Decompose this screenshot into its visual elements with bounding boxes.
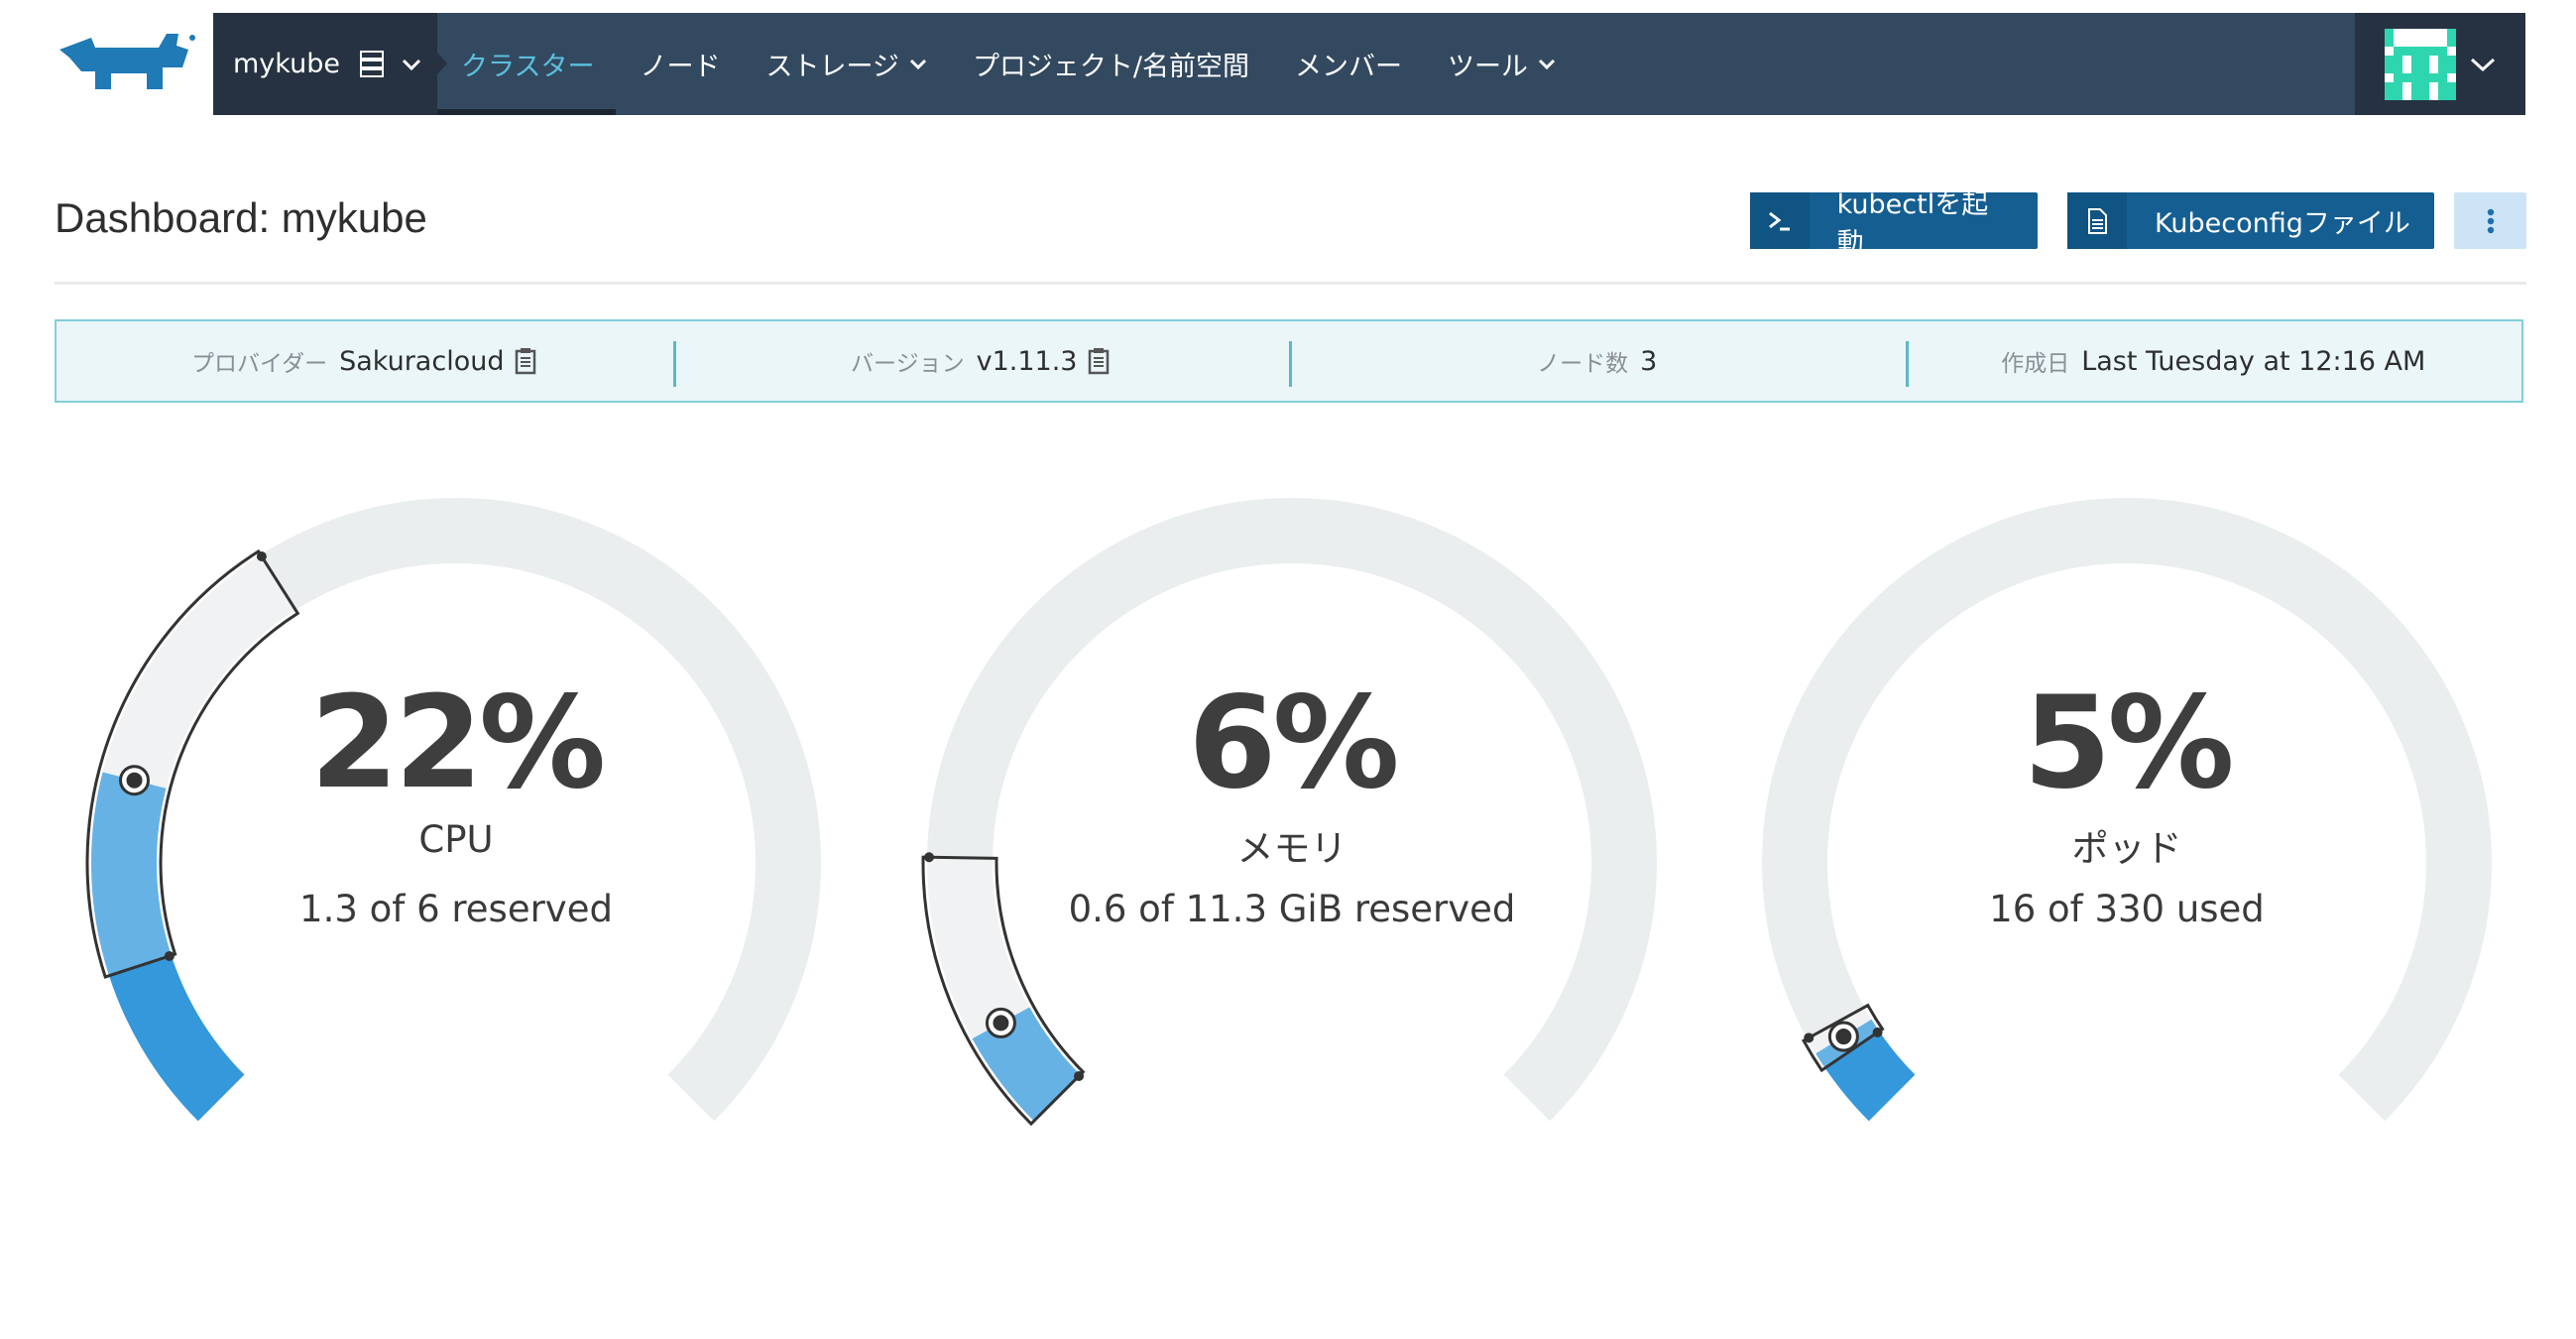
chevron-down-icon	[1538, 59, 1556, 69]
server-icon	[359, 50, 384, 77]
info-provider: プロバイダー Sakuracloud	[57, 321, 673, 401]
terminal-icon	[1750, 192, 1810, 249]
gauge-percent: 5%	[2023, 670, 2234, 817]
cpu-gauge: 22% CPU 1.3 of 6 reserved	[79, 486, 833, 1160]
cluster-info-bar: プロバイダー Sakuracloud バージョン v1.11.3 ノード数 3 …	[55, 319, 2523, 403]
nav-label: メンバー	[1295, 52, 1403, 82]
copy-icon[interactable]	[514, 347, 537, 375]
active-tab-indicator	[437, 109, 616, 115]
nav-nodes[interactable]: ノード	[640, 45, 720, 83]
cluster-selector[interactable]: mykube	[213, 13, 437, 115]
top-navigation-bar: mykube クラスター ノード ストレージ プロジェクト/名前空間 メンバー …	[213, 13, 2525, 115]
provider-value: Sakuracloud	[339, 345, 505, 377]
kubeconfig-file-button[interactable]: Kubeconfigファイル	[2067, 192, 2434, 249]
pods-gauge: 5% ポッド 16 of 330 used	[1750, 486, 2504, 1160]
nav-label: ノード	[640, 52, 721, 82]
main-nav: クラスター ノード ストレージ プロジェクト/名前空間 メンバー ツール	[461, 13, 1601, 115]
file-icon	[2067, 192, 2127, 249]
gauge-title: メモリ	[1236, 827, 1347, 870]
gauge-title: CPU	[418, 818, 494, 861]
info-version: バージョン v1.11.3	[672, 321, 1290, 401]
nav-label: ストレージ	[765, 52, 899, 82]
gauge-range-tick	[256, 550, 267, 561]
header-divider	[55, 282, 2526, 285]
gauge-range-tick	[1074, 1070, 1085, 1081]
user-avatar-icon	[2385, 28, 2456, 100]
page-title: Dashboard: mykube	[55, 194, 427, 241]
gauge-marker-dot	[993, 1015, 1009, 1032]
gauge-subtitle: 0.6 of 11.3 GiB reserved	[1068, 888, 1516, 930]
copy-icon[interactable]	[1087, 347, 1111, 375]
rancher-logo-icon[interactable]	[52, 28, 200, 102]
nav-cluster[interactable]: クラスター	[461, 45, 594, 83]
gauge-subtitle: 1.3 of 6 reserved	[299, 888, 613, 930]
launch-kubectl-button[interactable]: kubectlを起動	[1750, 189, 2038, 259]
info-node-count: ノード数 3	[1289, 321, 1906, 401]
chevron-down-icon	[2470, 58, 2496, 71]
memory-gauge: 6% メモリ 0.6 of 11.3 GiB reserved	[915, 486, 1669, 1160]
user-menu[interactable]	[2355, 13, 2525, 115]
provider-label: プロバイダー	[191, 351, 328, 377]
launch-kubectl-label: kubectlを起動	[1836, 188, 1989, 259]
nav-storage[interactable]: ストレージ	[765, 45, 926, 83]
gauge-title: ポッド	[2071, 827, 2182, 870]
gauge-range-tick	[1804, 1033, 1815, 1043]
nav-tools[interactable]: ツール	[1448, 45, 1556, 83]
nav-label: ツール	[1448, 52, 1529, 82]
info-created: 作成日 Last Tuesday at 12:16 AM	[1905, 321, 2522, 401]
gauge-marker-dot	[1835, 1029, 1852, 1045]
version-label: バージョン	[851, 351, 965, 377]
gauge-percent: 6%	[1188, 670, 1399, 817]
active-caret	[437, 53, 447, 74]
gauge-range-tick	[1872, 1027, 1883, 1037]
gauge-range-tick	[164, 950, 175, 961]
vertical-ellipsis-icon	[2487, 208, 2494, 233]
version-value: v1.11.3	[976, 345, 1078, 377]
gauge-percent: 22%	[309, 670, 606, 817]
nav-projects[interactable]: プロジェクト/名前空間	[973, 45, 1249, 83]
created-value: Last Tuesday at 12:16 AM	[2081, 345, 2426, 377]
nav-label: プロジェクト/名前空間	[972, 52, 1250, 82]
nav-label: クラスター	[461, 52, 595, 82]
chevron-down-icon	[402, 59, 421, 70]
node-count-label: ノード数	[1537, 351, 1629, 377]
nav-members[interactable]: メンバー	[1295, 45, 1402, 83]
more-actions-button[interactable]	[2454, 192, 2526, 249]
chevron-down-icon	[909, 59, 926, 69]
gauge-subtitle: 16 of 330 used	[1989, 888, 2265, 930]
created-label: 作成日	[2001, 351, 2070, 377]
kubeconfig-file-label: Kubeconfigファイル	[2155, 208, 2410, 239]
cluster-name: mykube	[233, 49, 340, 79]
node-count-value: 3	[1640, 345, 1658, 377]
